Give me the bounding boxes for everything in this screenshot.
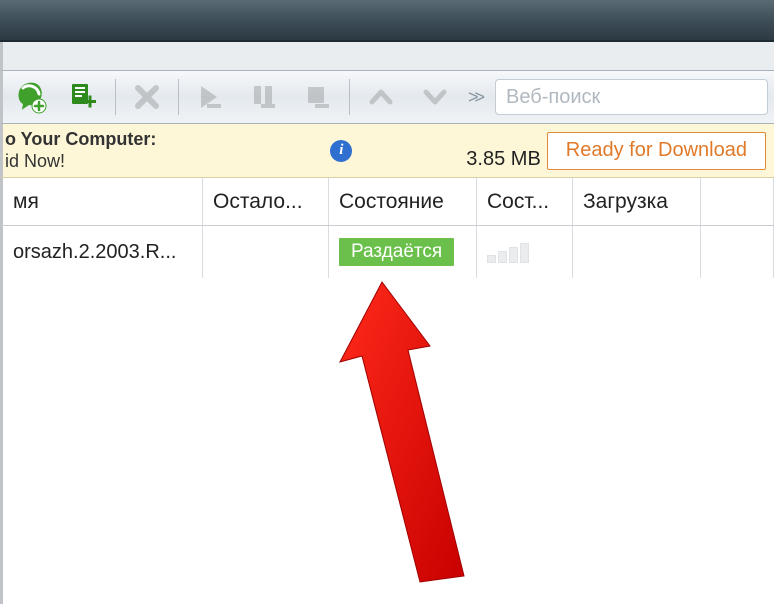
banner-line2: id Now! <box>5 151 156 173</box>
column-remaining[interactable]: Остало... <box>203 178 329 225</box>
banner-text: o Your Computer: id Now! <box>3 129 156 172</box>
column-name[interactable]: мя <box>3 178 203 225</box>
cell-name: orsazh.2.2003.R... <box>3 226 203 278</box>
column-download[interactable]: Загрузка <box>573 178 701 225</box>
stop-icon <box>303 82 333 112</box>
cell-health <box>477 226 573 278</box>
web-search-input[interactable] <box>506 86 757 109</box>
play-icon <box>195 82 225 112</box>
column-extra[interactable] <box>701 178 774 225</box>
add-torrent-icon <box>13 80 47 114</box>
web-search-box[interactable] <box>495 79 768 115</box>
window-titlebar <box>0 0 774 42</box>
remove-button[interactable] <box>122 74 172 120</box>
cell-download <box>573 226 701 278</box>
add-torrent-button[interactable] <box>5 74 55 120</box>
table-body-empty <box>0 278 774 604</box>
add-rss-button[interactable] <box>59 74 109 120</box>
cell-remaining <box>203 226 329 278</box>
remove-icon <box>133 83 161 111</box>
status-badge: Раздаётся <box>339 238 454 266</box>
chevron-up-icon <box>368 84 394 110</box>
banner-size: 3.85 MB <box>466 148 540 177</box>
toolbar-gap <box>0 42 774 70</box>
start-button[interactable] <box>185 74 235 120</box>
stop-button[interactable] <box>293 74 343 120</box>
cell-extra <box>701 226 774 278</box>
health-bars-icon <box>487 241 529 263</box>
ready-for-download-button[interactable]: Ready for Download <box>547 132 766 170</box>
info-icon: i <box>330 140 352 162</box>
cell-status: Раздаётся <box>329 226 477 278</box>
toolbar-overflow[interactable]: >> <box>462 87 491 108</box>
move-up-button[interactable] <box>356 74 406 120</box>
toolbar-separator <box>115 79 116 115</box>
main-toolbar: >> <box>0 70 774 124</box>
chevron-down-icon <box>422 84 448 110</box>
pause-icon <box>249 82 279 112</box>
download-banner: o Your Computer: id Now! i 3.85 MB Ready… <box>0 124 774 178</box>
pause-button[interactable] <box>239 74 289 120</box>
toolbar-separator <box>178 79 179 115</box>
table-row[interactable]: orsazh.2.2003.R... Раздаётся <box>0 226 774 278</box>
column-health[interactable]: Сост... <box>477 178 573 225</box>
toolbar-separator <box>349 79 350 115</box>
add-rss-icon <box>69 82 99 112</box>
banner-line1: o Your Computer: <box>5 129 156 151</box>
table-header: мя Остало... Состояние Сост... Загрузка <box>0 178 774 226</box>
column-status[interactable]: Состояние <box>329 178 477 225</box>
move-down-button[interactable] <box>410 74 460 120</box>
